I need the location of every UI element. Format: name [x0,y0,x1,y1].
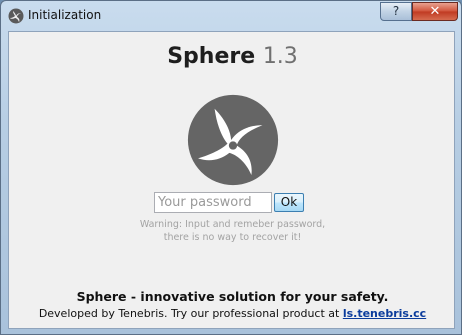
initialization-window: Initialization ? ✕ Sphere 1.3 Ok Warning… [0,0,462,335]
warning-line-1: Warning: Input and remeber password, [139,219,326,230]
product-link[interactable]: ls.tenebris.cc [343,307,426,320]
app-name: Sphere [167,44,256,69]
sphere-logo-icon [8,8,24,24]
tagline: Sphere - innovative solution for your sa… [76,289,389,304]
sphere-logo-icon [187,94,279,186]
close-button[interactable]: ✕ [412,2,458,21]
warning-line-2: there is no way to recover it! [163,232,302,243]
footer: Developed by Tenebris. Try our professio… [9,307,456,320]
client-area: Sphere 1.3 Ok Warning: Input and remeber… [8,31,455,329]
help-button[interactable]: ? [380,2,412,21]
title-bar[interactable]: Initialization ? ✕ [1,1,461,31]
password-input[interactable] [154,192,272,213]
footer-text: Developed by Tenebris. Try our professio… [38,307,340,320]
window-title: Initialization [28,8,102,22]
warning-text: Warning: Input and remeber password, the… [9,218,456,244]
app-title: Sphere 1.3 [9,44,456,69]
app-version: 1.3 [262,44,298,69]
ok-button[interactable]: Ok [274,193,304,212]
